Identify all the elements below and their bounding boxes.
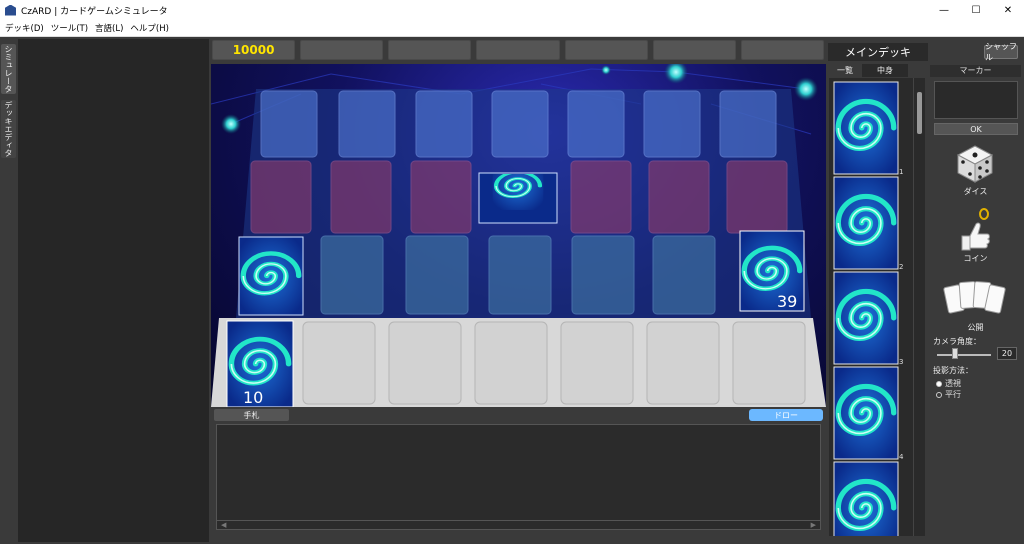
field-slot[interactable]	[410, 160, 472, 234]
coin-label: コイン	[963, 254, 988, 263]
deck-card-number: 2	[899, 263, 904, 271]
hand-slot[interactable]	[388, 321, 462, 405]
field-slot[interactable]	[320, 235, 384, 315]
field-slot[interactable]	[648, 160, 710, 234]
deck-card-list[interactable]: 1 2 3 4	[829, 78, 913, 536]
projection-option-label: 透視	[945, 379, 961, 388]
scroll-left-icon[interactable]: ◀	[221, 521, 226, 529]
app-icon	[5, 4, 16, 16]
camera-angle-slider[interactable]	[937, 354, 991, 356]
glow-orb	[221, 114, 241, 134]
hand-tab[interactable]: 手札	[214, 409, 289, 421]
field-slot[interactable]	[719, 90, 777, 158]
counter-slot[interactable]	[300, 40, 384, 60]
counter-slot[interactable]	[476, 40, 560, 60]
hand-slot[interactable]	[474, 321, 548, 405]
reveal-label: 公開	[967, 323, 984, 332]
deck-scrollbar[interactable]	[913, 78, 925, 536]
deck-cards-canvas	[833, 81, 899, 536]
ok-button[interactable]: OK	[934, 123, 1018, 135]
tab-simulator[interactable]: シミュレータ	[1, 44, 16, 94]
hand-slot[interactable]	[732, 321, 806, 405]
menu-language[interactable]: 言語(L)	[95, 22, 123, 34]
left-panel	[18, 39, 209, 542]
scroll-right-icon[interactable]: ▶	[811, 521, 816, 529]
marker-input[interactable]	[934, 81, 1018, 119]
title-bar: CzARD | カードゲームシミュレータ — ☐ ✕	[0, 0, 1024, 20]
tab-deck-editor[interactable]: デッキエディタ	[1, 100, 16, 158]
hand-slot[interactable]	[302, 321, 376, 405]
field-slot[interactable]	[405, 235, 469, 315]
field-slot[interactable]	[643, 90, 701, 158]
field-slot[interactable]	[488, 235, 552, 315]
minimize-button[interactable]: —	[928, 0, 960, 20]
dice-label: ダイス	[963, 187, 988, 196]
hand-scrollbar[interactable]: ◀ ▶	[216, 520, 821, 530]
deck-card-number: 4	[899, 453, 904, 461]
field-slot[interactable]	[415, 90, 473, 158]
projection-perspective[interactable]: 透視	[936, 378, 961, 389]
counter-slot[interactable]	[652, 40, 736, 60]
shuffle-button[interactable]: シャッフル	[984, 42, 1018, 62]
deck-card-number: 1	[899, 168, 904, 176]
field-slot[interactable]	[567, 90, 625, 158]
menu-bar: デッキ(D) ツール(T) 言語(L) ヘルプ(H)	[0, 20, 1024, 37]
projection-parallel[interactable]: 平行	[936, 389, 961, 400]
marker-label: マーカー	[930, 65, 1021, 77]
glow-orb	[794, 77, 818, 101]
field-slot[interactable]	[491, 90, 549, 158]
counter-slot[interactable]	[740, 40, 824, 60]
glow-orb	[601, 65, 611, 75]
camera-angle-label: カメラ角度：	[933, 337, 981, 346]
hand-area[interactable]	[216, 424, 821, 524]
radio-selected-icon	[936, 380, 942, 387]
tab-list[interactable]: 一覧	[830, 64, 860, 77]
field-slot[interactable]	[571, 235, 635, 315]
projection-label: 投影方法：	[933, 366, 973, 375]
counter-slot[interactable]	[564, 40, 648, 60]
counter-slot[interactable]	[388, 40, 472, 60]
reveal-cards-icon[interactable]	[942, 278, 1006, 318]
deck-card[interactable]	[833, 271, 899, 365]
main-deck-count: 39	[777, 292, 797, 311]
dice-icon[interactable]	[956, 144, 994, 184]
deck-card[interactable]	[833, 461, 899, 536]
hand-slot[interactable]	[560, 321, 634, 405]
camera-angle-slider-thumb[interactable]	[952, 348, 958, 359]
menu-deck[interactable]: デッキ(D)	[5, 22, 44, 34]
menu-tools[interactable]: ツール(T)	[51, 22, 88, 34]
draw-button[interactable]: ドロー	[749, 409, 823, 421]
window-title: CzARD | カードゲームシミュレータ	[21, 6, 168, 17]
life-counters: 10000	[212, 40, 824, 60]
player-deck-count: 10	[243, 388, 263, 407]
field-slot[interactable]	[250, 160, 312, 234]
field-slot[interactable]	[652, 235, 716, 315]
radio-icon	[936, 391, 942, 398]
deck-card-number: 3	[899, 358, 904, 366]
field-slot[interactable]	[330, 160, 392, 234]
field-slot[interactable]	[570, 160, 632, 234]
life-counter[interactable]: 10000	[212, 40, 296, 60]
projection-option-label: 平行	[945, 390, 961, 399]
field-slot[interactable]	[338, 90, 396, 158]
close-button[interactable]: ✕	[992, 0, 1024, 20]
camera-angle-value[interactable]: 20	[997, 347, 1017, 360]
board-canvas: 39 10	[211, 64, 826, 407]
deck-scroll-thumb[interactable]	[917, 92, 922, 134]
menu-help[interactable]: ヘルプ(H)	[130, 22, 169, 34]
field-slot[interactable]	[260, 90, 318, 158]
game-board[interactable]: 39 10	[211, 64, 826, 407]
glow-orb	[664, 64, 688, 84]
hand-slot[interactable]	[646, 321, 720, 405]
tab-contents[interactable]: 中身	[862, 64, 908, 77]
coin-icon[interactable]	[958, 208, 992, 252]
maximize-button[interactable]: ☐	[960, 0, 992, 20]
deck-title: メインデッキ	[828, 43, 928, 61]
deck-card[interactable]	[833, 81, 899, 175]
field-card[interactable]	[238, 236, 304, 316]
deck-card[interactable]	[833, 176, 899, 270]
deck-card[interactable]	[833, 366, 899, 460]
field-slot[interactable]	[726, 160, 788, 234]
